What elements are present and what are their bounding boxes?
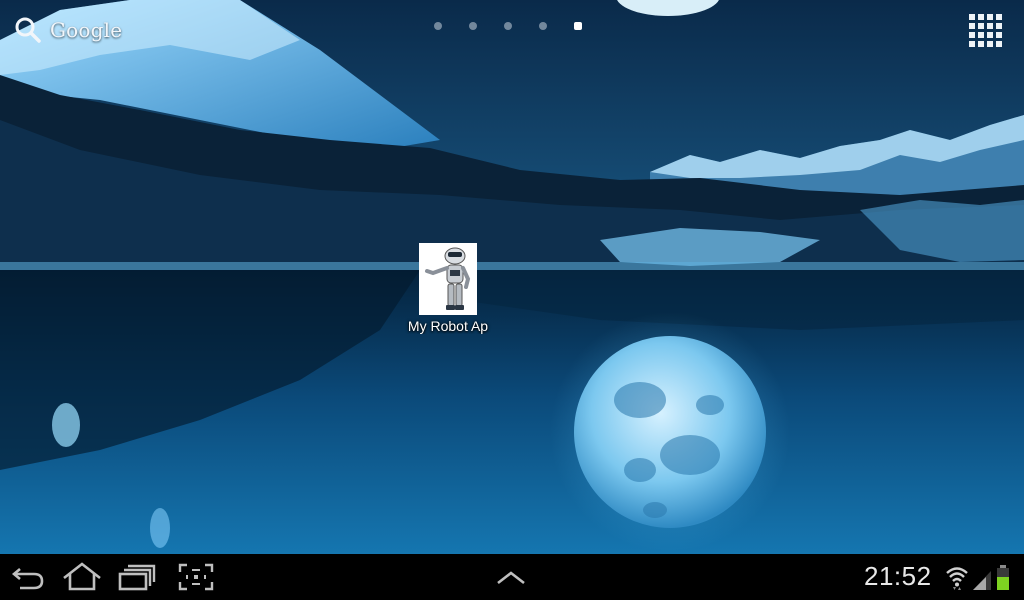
robot-icon — [419, 243, 477, 315]
page-dot — [469, 22, 477, 30]
home-button[interactable] — [60, 560, 104, 594]
signal-icon — [973, 571, 991, 590]
google-search-widget[interactable]: Google — [14, 14, 122, 46]
wifi-icon — [946, 567, 968, 590]
menu-button[interactable] — [489, 560, 533, 594]
system-bar: 21:52 — [0, 554, 1024, 600]
page-dot — [539, 22, 547, 30]
all-apps-button[interactable] — [968, 13, 1004, 49]
page-dot-active — [574, 22, 582, 30]
battery-icon — [997, 565, 1009, 590]
chevron-up-icon — [497, 571, 525, 585]
status-icons[interactable] — [946, 565, 1010, 591]
page-dot — [504, 22, 512, 30]
page-indicator — [434, 22, 582, 30]
clock[interactable]: 21:52 — [864, 561, 932, 592]
app-shortcut-label: My Robot Ap — [407, 318, 489, 334]
search-widget-label: Google — [50, 18, 123, 42]
page-dot — [434, 22, 442, 30]
screenshot-button[interactable] — [174, 560, 218, 594]
screenshot-icon — [178, 563, 214, 591]
app-shortcut-my-robot[interactable]: My Robot Ap — [398, 243, 498, 334]
home-icon — [63, 562, 101, 591]
recent-apps-button[interactable] — [116, 560, 160, 594]
recent-apps-icon — [118, 564, 156, 591]
grid-icon — [969, 14, 1002, 47]
wallpaper-image — [0, 0, 1024, 554]
back-icon — [11, 568, 44, 590]
search-icon — [15, 17, 41, 43]
wallpaper — [0, 0, 1024, 554]
home-screen: Google My Robot Ap 21:52 — [0, 0, 1024, 600]
back-button[interactable] — [6, 560, 50, 594]
